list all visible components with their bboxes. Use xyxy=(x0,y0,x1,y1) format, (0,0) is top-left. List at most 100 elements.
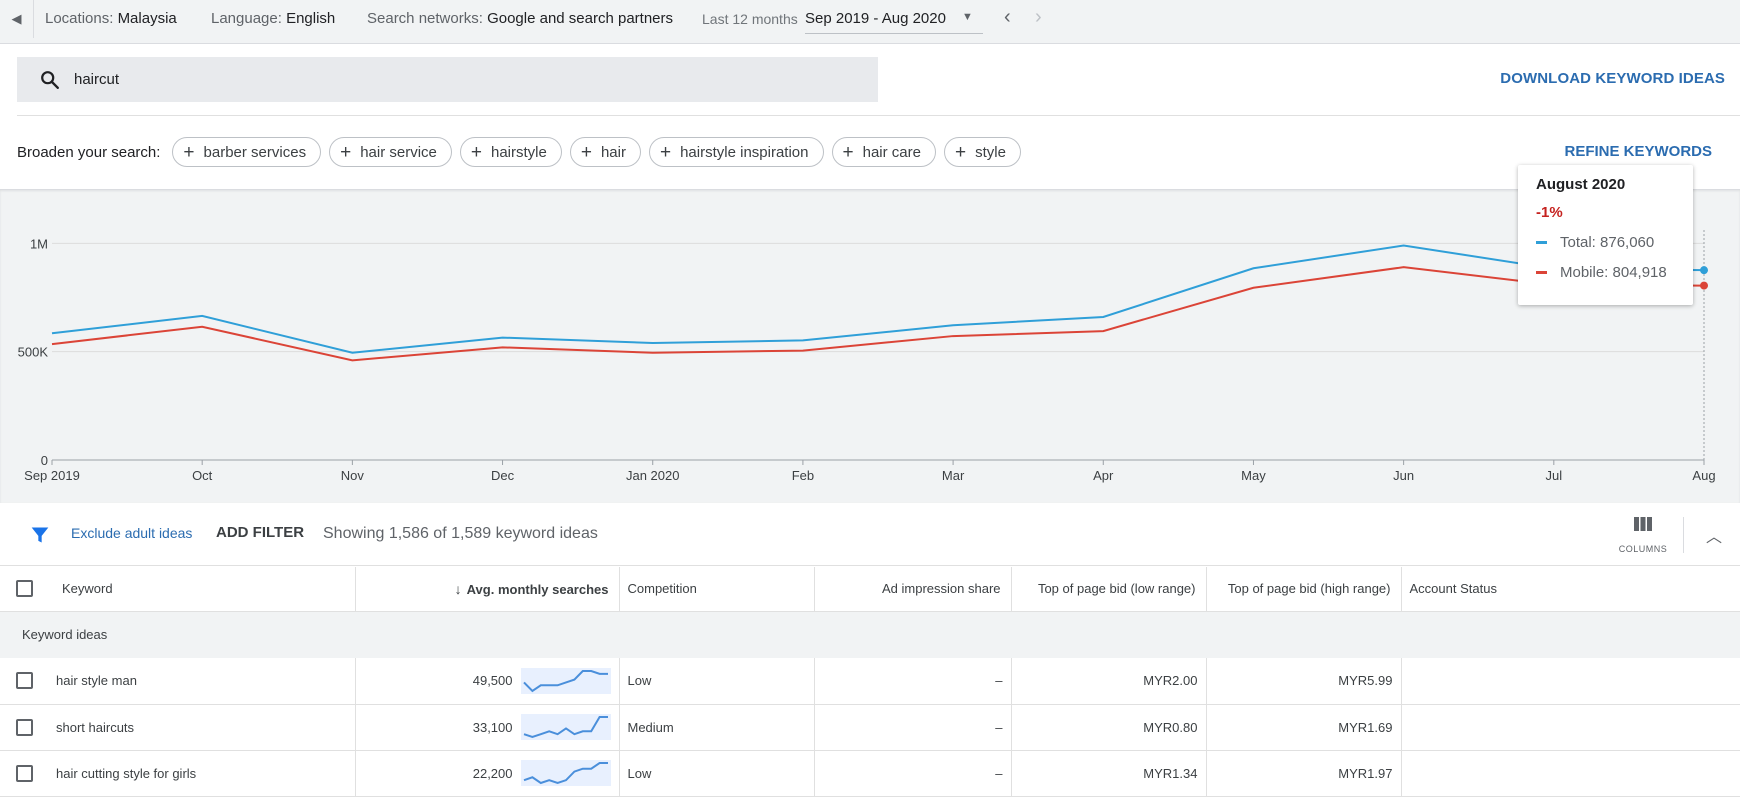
competition-cell: Low xyxy=(619,750,815,797)
column-header-account-status[interactable]: Account Status xyxy=(1401,567,1740,612)
broaden-chip[interactable]: + hair service xyxy=(329,137,452,167)
x-tick-label: Feb xyxy=(792,468,814,483)
search-volume-chart: 0 500K 1M Sep 2019 Oct Nov Dec Jan 2020 Feb Mar Ap… xyxy=(0,189,1740,503)
ad-share-cell: – xyxy=(814,704,1012,751)
broaden-chip[interactable]: + barber services xyxy=(172,137,322,167)
table-header-row: Keyword ↓ Avg. monthly searches Competiti… xyxy=(0,567,1740,612)
competition-cell: Low xyxy=(619,658,815,705)
x-tick-label: Mar xyxy=(942,468,965,483)
broaden-chip[interactable]: + style xyxy=(943,137,1021,167)
exclude-adult-ideas-filter[interactable]: Exclude adult ideas xyxy=(71,525,192,541)
refine-keywords-button[interactable]: REFINE KEYWORDS xyxy=(1564,143,1712,160)
tooltip-total: Total: 876,060 xyxy=(1536,234,1675,251)
broaden-chip[interactable]: + hair care xyxy=(831,137,936,167)
divider xyxy=(1683,517,1684,553)
trend-sparkline xyxy=(520,760,611,786)
sort-down-arrow-icon: ↓ xyxy=(454,580,462,597)
select-all-checkbox-cell xyxy=(0,567,48,612)
chart-tooltip: August 2020 -1% Total: 876,060 Mobile: 8… xyxy=(1518,165,1693,305)
table-row[interactable]: short haircuts 33,100 Medium – MYR0.80 M… xyxy=(0,704,1740,751)
trend-sparkline xyxy=(520,714,611,740)
collapse-left-button[interactable]: ◀ xyxy=(0,0,34,38)
filter-bar: Exclude adult ideas ADD FILTER Showing 1… xyxy=(0,503,1740,566)
column-header-bid-high[interactable]: Top of page bid (high range) xyxy=(1206,567,1402,612)
bid-low-cell: MYR1.34 xyxy=(1011,750,1207,797)
series-line-total xyxy=(51,244,1705,354)
row-checkbox[interactable] xyxy=(15,672,33,690)
x-tick-label: Apr xyxy=(1093,468,1114,483)
y-tick-label: 500K xyxy=(18,345,49,360)
column-header-competition[interactable]: Competition xyxy=(619,567,815,612)
columns-button[interactable]: COLUMNS xyxy=(1618,517,1668,554)
plus-icon: + xyxy=(659,141,672,163)
point-mobile xyxy=(1700,281,1708,290)
keyword-search-field[interactable]: haircut xyxy=(17,57,878,102)
row-checkbox[interactable] xyxy=(15,718,33,736)
x-tick-label: Dec xyxy=(491,468,515,483)
table-row[interactable]: hair style man 49,500 Low – MYR2.00 MYR5… xyxy=(0,658,1740,705)
add-filter-button[interactable]: ADD FILTER xyxy=(216,524,304,541)
column-header-bid-low[interactable]: Top of page bid (low range) xyxy=(1011,567,1207,612)
account-status-cell xyxy=(1401,704,1740,751)
row-checkbox[interactable] xyxy=(15,764,33,782)
download-keyword-ideas-link[interactable]: DOWNLOAD KEYWORD IDEAS xyxy=(1500,70,1725,87)
keyword-cell: hair style man xyxy=(48,658,356,705)
x-tick-label: Aug xyxy=(1692,468,1715,483)
section-label: Keyword ideas xyxy=(0,611,1740,658)
previous-period-button[interactable]: ‹ xyxy=(1004,6,1011,29)
bid-low-cell: MYR0.80 xyxy=(1011,704,1207,751)
bid-high-cell: MYR5.99 xyxy=(1206,658,1402,705)
triangle-left-icon: ◀ xyxy=(11,11,22,26)
filter-icon[interactable] xyxy=(30,525,50,545)
x-tick-label: Jan 2020 xyxy=(626,468,680,483)
avg-searches-cell: 22,200 xyxy=(355,750,620,797)
account-status-cell xyxy=(1401,658,1740,705)
broaden-chip[interactable]: + hairstyle inspiration xyxy=(648,137,824,167)
search-icon xyxy=(41,70,59,89)
column-header-ad-impression-share[interactable]: Ad impression share xyxy=(814,567,1012,612)
plus-icon: + xyxy=(954,141,967,163)
series-line-mobile xyxy=(51,266,1705,362)
avg-searches-cell: 33,100 xyxy=(355,704,620,751)
dropdown-caret-icon[interactable]: ▼ xyxy=(962,11,973,23)
x-tick-label: May xyxy=(1241,468,1266,483)
table-row[interactable]: hair cutting style for girls 22,200 Low … xyxy=(0,750,1740,797)
date-range-select[interactable]: Sep 2019 - Aug 2020 xyxy=(805,6,983,34)
x-tick-label: Oct xyxy=(192,468,213,483)
x-tick-label: Jul xyxy=(1546,468,1563,483)
ad-share-cell: – xyxy=(814,658,1012,705)
collapse-chevron-icon[interactable]: ︿ xyxy=(1706,523,1722,547)
sparkline-path xyxy=(523,716,608,739)
next-period-button[interactable]: › xyxy=(1035,6,1042,29)
locations-setting[interactable]: Locations: Malaysia xyxy=(45,10,177,27)
column-header-keyword[interactable]: Keyword xyxy=(48,567,356,612)
select-all-checkbox[interactable] xyxy=(15,580,33,598)
keyword-table: Keyword ↓ Avg. monthly searches Competiti… xyxy=(0,567,1740,797)
broaden-title: Broaden your search: xyxy=(17,143,161,161)
broaden-chip[interactable]: + hair xyxy=(569,137,641,167)
column-header-avg-monthly-searches[interactable]: ↓ Avg. monthly searches xyxy=(355,567,620,612)
row-checkbox-cell xyxy=(0,658,48,705)
search-query: haircut xyxy=(74,71,120,88)
account-status-cell xyxy=(1401,750,1740,797)
x-tick-label: Sep 2019 xyxy=(24,468,80,483)
plus-icon: + xyxy=(842,141,854,163)
total-swatch xyxy=(1536,241,1547,244)
trend-chart-svg: 0 500K 1M Sep 2019 Oct Nov Dec Jan 2020 Feb Mar Ap… xyxy=(18,230,1716,483)
ad-share-cell: – xyxy=(814,750,1012,797)
mobile-swatch xyxy=(1536,271,1547,274)
bid-high-cell: MYR1.97 xyxy=(1206,750,1402,797)
columns-icon xyxy=(1634,517,1652,531)
period-label: Last 12 months xyxy=(702,11,798,27)
sparkline-path xyxy=(522,669,608,693)
broaden-chip[interactable]: + hairstyle xyxy=(459,137,562,167)
top-settings-bar: ◀ Locations: Malaysia Language: English … xyxy=(0,0,1740,44)
results-count: Showing 1,586 of 1,589 keyword ideas xyxy=(323,525,598,542)
competition-cell: Medium xyxy=(619,704,815,751)
avg-searches-cell: 49,500 xyxy=(355,658,620,705)
plus-icon: + xyxy=(470,141,482,163)
search-networks-setting[interactable]: Search networks: Google and search partn… xyxy=(367,10,673,27)
point-total xyxy=(1700,266,1708,275)
language-setting[interactable]: Language: English xyxy=(211,10,335,27)
plus-icon: + xyxy=(580,141,592,163)
